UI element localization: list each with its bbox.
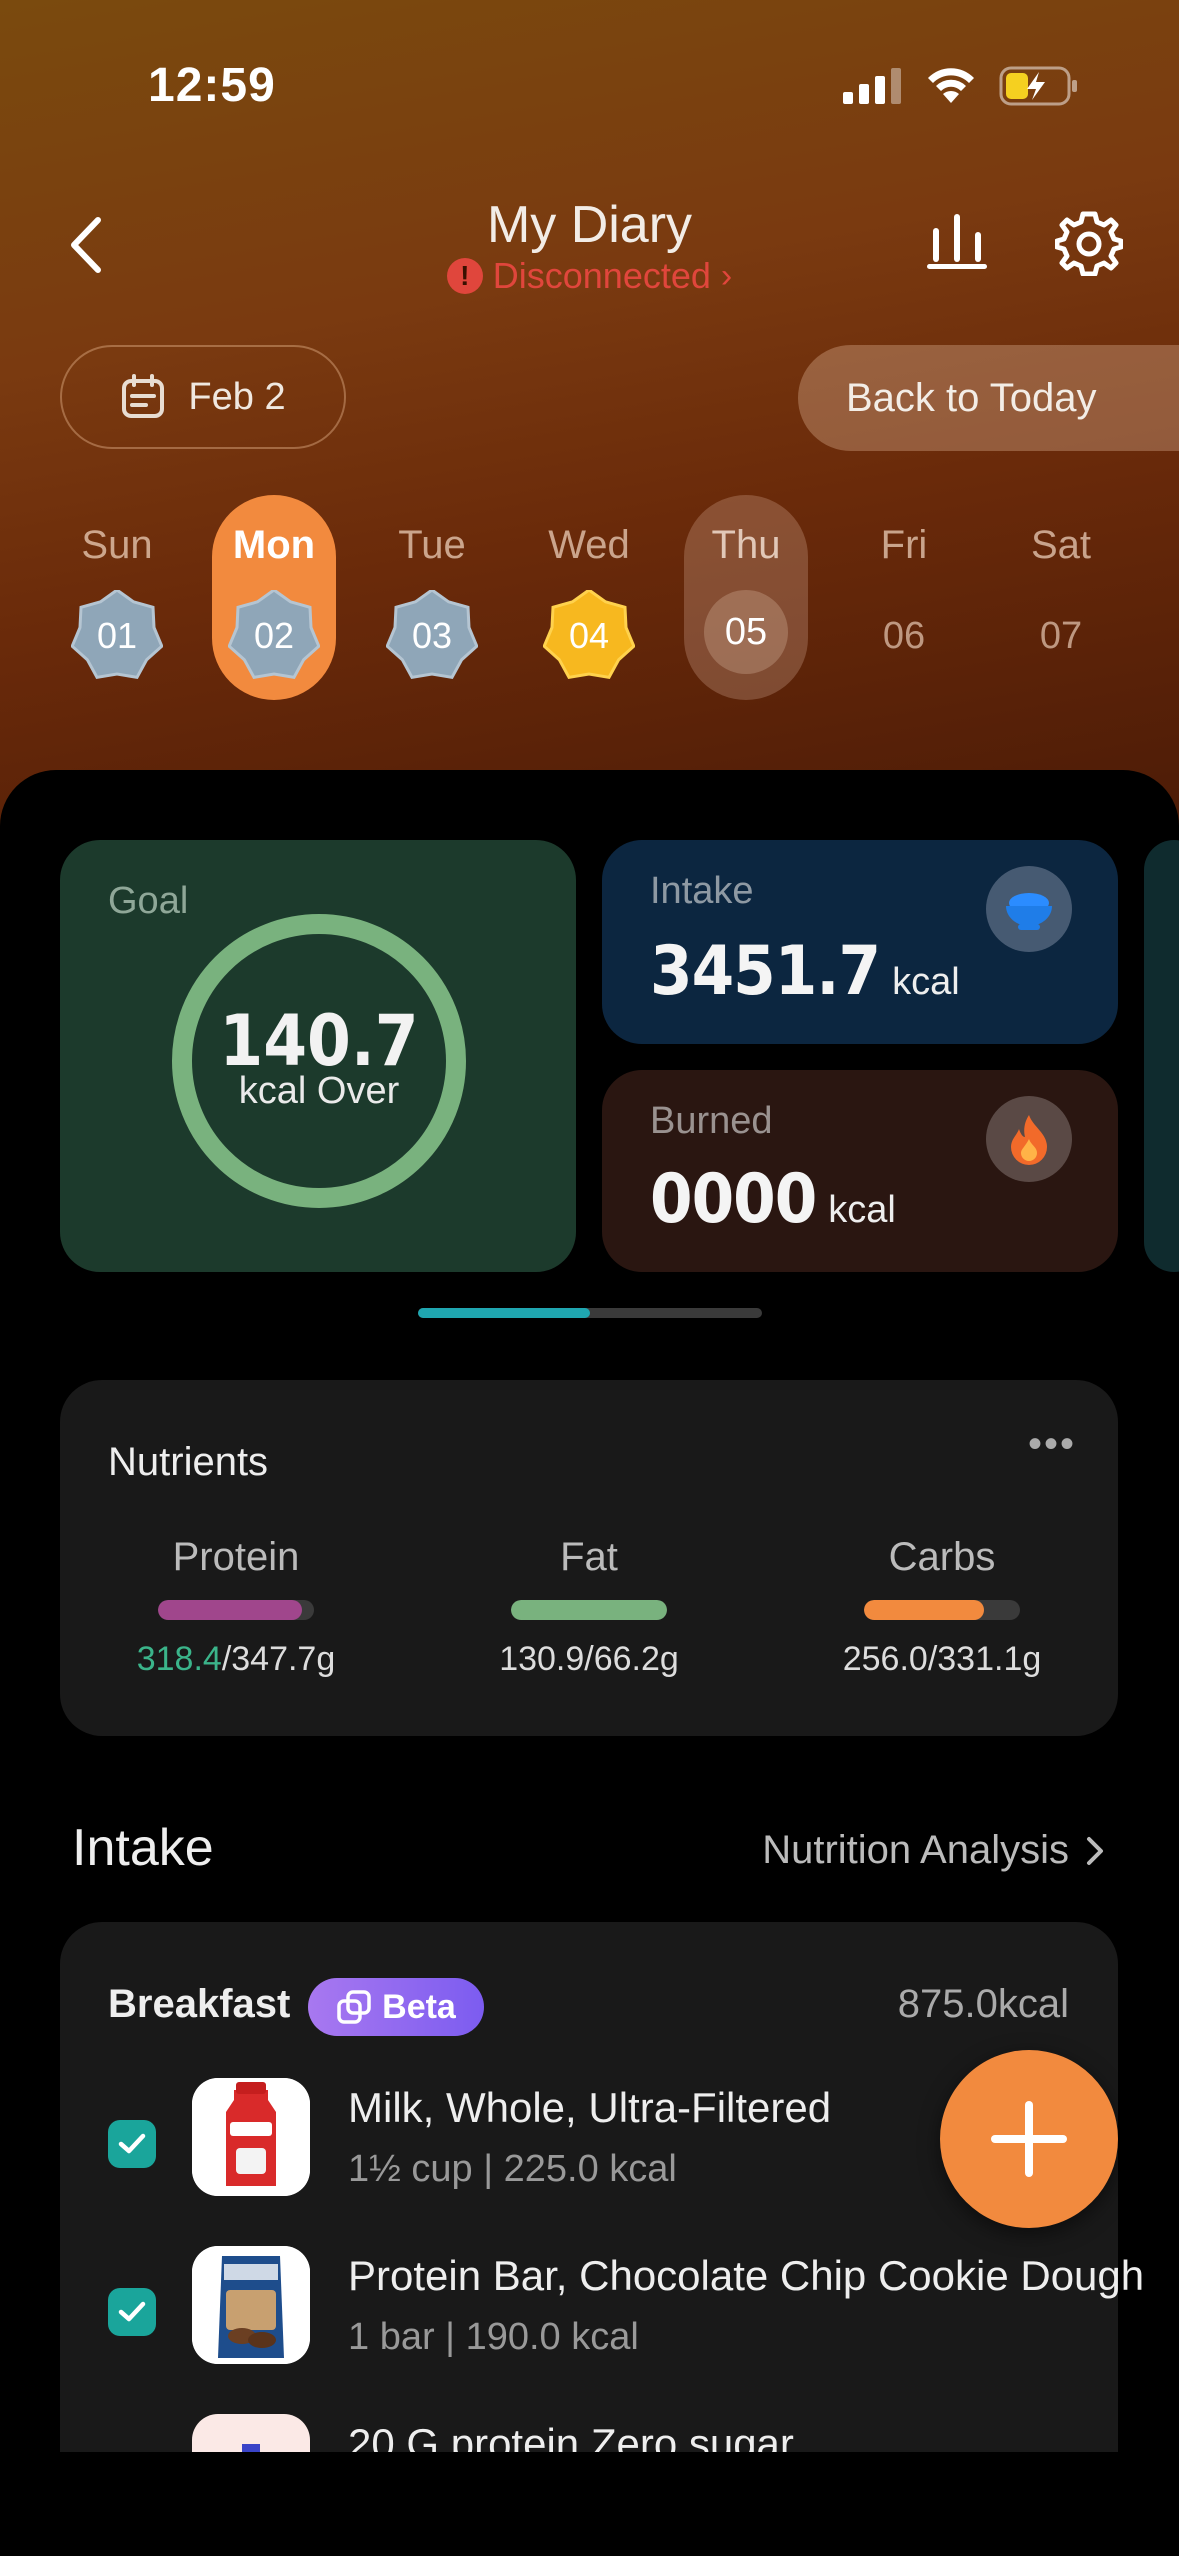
- food-thumbnail: [192, 2078, 310, 2196]
- settings-gear-icon[interactable]: [1055, 208, 1123, 276]
- meal-calories: 875.0kcal: [897, 1982, 1069, 2026]
- next-card-peek[interactable]: [1144, 840, 1179, 1272]
- day-name: Wed: [548, 523, 630, 567]
- more-options-icon[interactable]: •••: [1028, 1422, 1076, 1467]
- nutrient-value: 130.9/66.2g: [499, 1640, 679, 1678]
- day-date: 02: [228, 590, 320, 682]
- day-date-number: 03: [411, 615, 453, 656]
- nutrient-bar: [864, 1600, 1020, 1620]
- checkbox-checked-icon[interactable]: [108, 2288, 156, 2336]
- intake-value: 3451.7: [650, 932, 881, 1011]
- nutrient-protein: Protein 318.4/347.7g: [86, 1535, 386, 1679]
- intake-amount: 3451.7 kcal: [650, 932, 960, 1011]
- calendar-icon: [122, 374, 165, 418]
- burned-unit: kcal: [828, 1189, 896, 1231]
- beta-label: Beta: [382, 1987, 456, 2026]
- day-name: Mon: [232, 523, 316, 567]
- nutrient-bar: [511, 1600, 667, 1620]
- food-thumbnail: [192, 2246, 310, 2364]
- nutrition-analysis-label: Nutrition Analysis: [762, 1828, 1069, 1872]
- add-food-button[interactable]: [940, 2050, 1118, 2228]
- nutrient-bar-fill: [864, 1600, 985, 1620]
- intake-card[interactable]: Intake 3451.7 kcal: [602, 840, 1118, 1044]
- battery-charging-icon: [999, 66, 1077, 106]
- nutrient-value: 318.4/347.7g: [86, 1640, 386, 1679]
- day-date-number: 01: [96, 615, 138, 656]
- nutrition-analysis-link[interactable]: Nutrition Analysis: [762, 1828, 1105, 1873]
- nutrient-target: /347.7g: [221, 1640, 336, 1678]
- chevron-right-icon: ›: [720, 256, 733, 295]
- bottom-safe-area: [0, 2452, 1179, 2556]
- nutrient-bar-fill: [158, 1600, 302, 1620]
- nutrient-label: Carbs: [888, 1535, 996, 1579]
- day-date: 03: [386, 590, 478, 682]
- burned-card[interactable]: Burned 0000 kcal: [602, 1070, 1118, 1272]
- day-date: 04: [543, 590, 635, 682]
- date-picker-button[interactable]: Feb 2: [60, 345, 346, 449]
- food-name: Protein Bar, Chocolate Chip Cookie Dough: [348, 2252, 1145, 2299]
- day-wed[interactable]: Wed 04: [527, 495, 651, 700]
- day-sun[interactable]: Sun 01: [55, 495, 179, 700]
- copy-icon: [337, 1990, 371, 2024]
- page-title: My Diary: [486, 196, 693, 254]
- nutrient-bar-fill: [511, 1600, 667, 1620]
- cellular-signal-icon: [843, 68, 901, 104]
- intake-label: Intake: [650, 870, 754, 912]
- warning-icon: !: [446, 258, 483, 294]
- day-fri[interactable]: Fri 06: [842, 495, 966, 700]
- day-date-number: 02: [253, 615, 295, 656]
- connection-status-label: Disconnected: [492, 255, 711, 296]
- food-detail: 1 bar | 190.0 kcal: [348, 2316, 639, 2358]
- burned-amount: 0000 kcal: [650, 1160, 896, 1239]
- bar-chart-button[interactable]: [925, 208, 989, 272]
- flame-icon: [986, 1096, 1072, 1182]
- date-label: Feb 2: [188, 375, 286, 418]
- nutrient-label: Fat: [560, 1535, 618, 1579]
- connection-status[interactable]: ! Disconnected ›: [0, 255, 1179, 297]
- nutrient-fat: Fat 130.9/66.2g: [439, 1535, 739, 1679]
- day-date: 06: [882, 614, 926, 657]
- day-name: Thu: [711, 523, 781, 567]
- rice-bowl-icon: [986, 866, 1072, 952]
- goal-subtitle: kcal Over: [238, 1070, 400, 1112]
- food-detail: 1½ cup | 225.0 kcal: [348, 2148, 677, 2190]
- nutrient-carbs: Carbs 256.0/331.1g: [792, 1535, 1092, 1679]
- back-to-today-button[interactable]: Back to Today: [798, 345, 1179, 451]
- wifi-icon: [928, 68, 974, 103]
- burned-label: Burned: [650, 1100, 773, 1142]
- nutrients-title: Nutrients: [108, 1440, 269, 1484]
- day-mon[interactable]: Mon 02: [212, 495, 336, 700]
- beta-badge[interactable]: Beta: [308, 1978, 484, 2036]
- burned-value: 0000: [650, 1160, 817, 1239]
- status-icons: [843, 66, 1079, 106]
- day-date: 01: [71, 590, 163, 682]
- nutrient-current: 318.4: [136, 1640, 222, 1678]
- day-sat[interactable]: Sat 07: [999, 495, 1123, 700]
- status-time: 12:59: [148, 59, 276, 112]
- intake-section-title: Intake: [72, 1819, 214, 1877]
- day-date: 05: [704, 590, 788, 674]
- day-date: 07: [1039, 614, 1083, 657]
- plus-icon: [991, 2101, 1067, 2177]
- day-name: Sat: [1030, 523, 1092, 567]
- nutrient-value: 256.0/331.1g: [842, 1640, 1042, 1678]
- day-date-number: 04: [568, 615, 610, 656]
- food-name: Milk, Whole, Ultra-Filtered: [348, 2084, 832, 2131]
- day-tue[interactable]: Tue 03: [370, 495, 494, 700]
- intake-unit: kcal: [892, 961, 960, 1003]
- checkbox-checked-icon[interactable]: [108, 2120, 156, 2168]
- food-item[interactable]: Protein Bar, Chocolate Chip Cookie Dough…: [108, 2246, 1144, 2376]
- nutrient-label: Protein: [172, 1535, 300, 1579]
- day-name: Fri: [880, 523, 928, 567]
- pager-indicator: [418, 1308, 590, 1318]
- day-name: Tue: [398, 523, 466, 567]
- day-thu[interactable]: Thu 05: [684, 495, 808, 700]
- chevron-right-icon: [1087, 1836, 1103, 1865]
- meal-title: Breakfast: [108, 1982, 291, 2026]
- nutrient-bar: [158, 1600, 314, 1620]
- day-name: Sun: [81, 523, 153, 567]
